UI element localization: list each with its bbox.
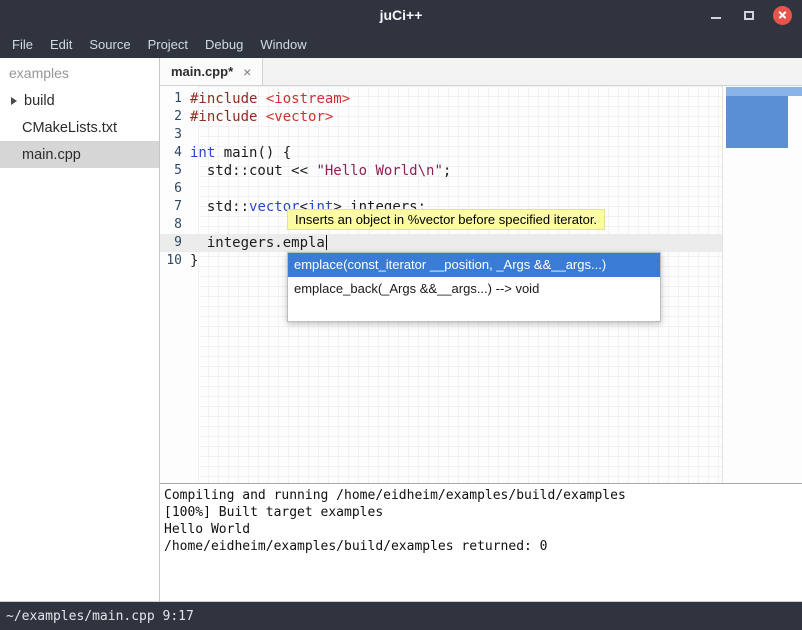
close-icon [773, 6, 792, 25]
code-line-9[interactable]: 9 integers.empla [160, 234, 722, 252]
statusbar: ~/examples/main.cpp 9:17 [0, 601, 802, 630]
code-line-1[interactable]: 1#include <iostream> [160, 90, 722, 108]
line-number: 2 [160, 108, 190, 126]
code-text: #include <vector> [190, 108, 722, 126]
file-tree: build CMakeLists.txt main.cpp [0, 87, 159, 168]
app-window: juCi++ FileEditSourceProjectDebugWindow … [0, 0, 802, 630]
code-text: integers.empla [190, 234, 722, 252]
file-label: build [24, 93, 55, 109]
scrollbar-thumb[interactable] [726, 96, 788, 148]
line-number: 7 [160, 198, 190, 216]
code-text: std::cout << "Hello World\n"; [190, 162, 722, 180]
code-text [190, 180, 722, 198]
line-number: 6 [160, 180, 190, 198]
completion-popup: emplace(const_iterator __position, _Args… [287, 252, 661, 322]
titlebar[interactable]: juCi++ [0, 0, 802, 30]
cursor-position: ~/examples/main.cpp 9:17 [6, 609, 194, 624]
code-line-5[interactable]: 5 std::cout << "Hello World\n"; [160, 162, 722, 180]
code-editor[interactable]: 1#include <iostream>2#include <vector>34… [160, 86, 802, 483]
menu-window[interactable]: Window [260, 37, 306, 52]
menu-debug[interactable]: Debug [205, 37, 243, 52]
menubar: File Edit Source Project Debug Window [0, 30, 802, 58]
code-text: #include <iostream> [190, 90, 722, 108]
sidebar-item-cmakelists-txt[interactable]: CMakeLists.txt [0, 114, 159, 141]
file-label: main.cpp [22, 147, 81, 163]
line-number: 3 [160, 126, 190, 144]
line-number: 8 [160, 216, 190, 234]
code-lines: 1#include <iostream>2#include <vector>34… [160, 86, 802, 270]
code-text [190, 126, 722, 144]
doc-tooltip: Inserts an object in %vector before spec… [287, 209, 605, 230]
tab-title: main.cpp* [171, 64, 233, 79]
terminal-line: /home/eidheim/examples/build/examples re… [164, 538, 798, 555]
tab-main-cpp-[interactable]: main.cpp* × [160, 58, 263, 85]
terminal-output[interactable]: Compiling and running /home/eidheim/exam… [160, 483, 802, 601]
scrollbar-track[interactable] [726, 87, 802, 96]
minimize-icon [711, 17, 721, 19]
completion-item[interactable]: emplace(const_iterator __position, _Args… [288, 253, 660, 277]
window-controls [707, 0, 792, 30]
line-number: 9 [160, 234, 190, 252]
file-tree-sidebar: examples build CMakeLists.txt main.cpp [0, 58, 160, 601]
menu-file[interactable]: File [12, 37, 33, 52]
close-button[interactable] [773, 6, 792, 25]
main-body: examples build CMakeLists.txt main.cpp mai… [0, 58, 802, 601]
restore-icon [744, 11, 754, 20]
tab-close-icon[interactable]: × [243, 65, 251, 79]
code-text: int main() { [190, 144, 722, 162]
line-number: 5 [160, 162, 190, 180]
chevron-right-icon[interactable] [11, 97, 17, 105]
code-line-6[interactable]: 6 [160, 180, 722, 198]
menu-edit[interactable]: Edit [50, 37, 72, 52]
terminal-line: Compiling and running /home/eidheim/exam… [164, 487, 798, 504]
restore-button[interactable] [740, 6, 758, 24]
line-number: 1 [160, 90, 190, 108]
file-label: CMakeLists.txt [22, 120, 117, 136]
menu-project[interactable]: Project [148, 37, 188, 52]
line-number: 4 [160, 144, 190, 162]
code-line-3[interactable]: 3 [160, 126, 722, 144]
code-line-4[interactable]: 4int main() { [160, 144, 722, 162]
project-name: examples [0, 58, 159, 87]
sidebar-item-build[interactable]: build [0, 87, 159, 114]
menu-source[interactable]: Source [89, 37, 130, 52]
code-line-2[interactable]: 2#include <vector> [160, 108, 722, 126]
text-cursor [326, 235, 328, 250]
terminal-line: Hello World [164, 521, 798, 538]
editor-column: main.cpp* × 1#include <iostream>2#include… [160, 58, 802, 601]
terminal-line: [100%] Built target examples [164, 504, 798, 521]
sidebar-item-main-cpp[interactable]: main.cpp [0, 141, 159, 168]
line-number: 10 [160, 252, 190, 270]
minimize-button[interactable] [707, 6, 725, 24]
completion-item[interactable]: emplace_back(_Args &&__args...) --> void [288, 277, 660, 301]
window-title: juCi++ [0, 0, 802, 30]
tabbar: main.cpp* × [160, 58, 802, 86]
